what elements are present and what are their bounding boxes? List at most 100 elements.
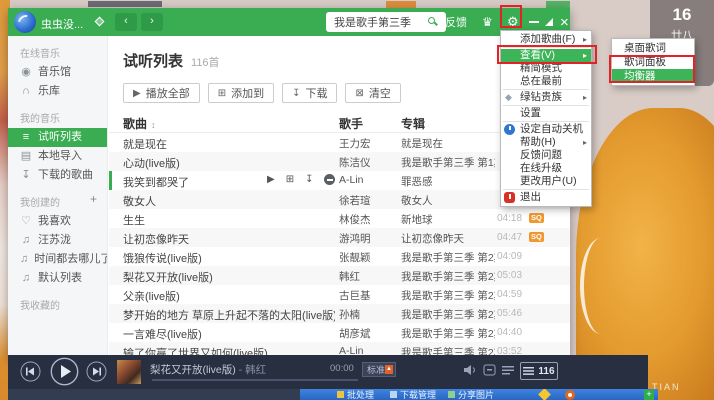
row-remove-icon[interactable] xyxy=(324,174,335,185)
search-icon[interactable] xyxy=(428,17,435,24)
play-mode-icon[interactable] xyxy=(501,364,515,376)
menu-item[interactable]: 总在最前 xyxy=(501,75,591,88)
nav-forward-button[interactable]: › xyxy=(141,13,163,31)
column-header-artist[interactable]: 歌手 xyxy=(339,115,363,132)
song-title: 父亲(live版) xyxy=(123,288,335,304)
tray-browser-icon[interactable] xyxy=(565,390,575,400)
playlist-button[interactable]: 116 xyxy=(520,362,558,380)
album-art[interactable] xyxy=(117,360,141,384)
song-title: 饿狼传说(live版) xyxy=(123,250,335,266)
清空-button[interactable]: ⊠清空 xyxy=(345,83,400,103)
menu-item[interactable]: 精简模式 xyxy=(501,62,591,75)
settings-menu: 添加歌曲(F)▸ 查看(V)▸精简模式总在最前绿钻贵族▸ 设置设定自动关机帮助(H)… xyxy=(500,30,592,207)
song-album: 让初恋像昨天 xyxy=(401,231,495,246)
sidebar-item[interactable]: ♡我喜欢 xyxy=(8,212,107,231)
sort-icon[interactable]: ↕ xyxy=(151,120,156,130)
column-header-song[interactable]: 歌曲↕ xyxy=(123,115,156,132)
menu-item[interactable]: 桌面歌词 xyxy=(612,41,694,55)
tray-star-icon[interactable] xyxy=(538,388,551,400)
row-add-icon[interactable]: ⊞ xyxy=(286,174,294,185)
row-download-icon[interactable]: ↧ xyxy=(305,174,313,185)
sidebar-section-label: 在线音乐 xyxy=(20,45,97,60)
song-row[interactable]: 饿狼传说(live版)张靓颖我是歌手第三季 第2期04:09 xyxy=(109,247,570,266)
submenu-arrow-icon: ▸ xyxy=(583,136,587,149)
sidebar-item-label: 时间都去哪儿了 xyxy=(34,250,107,269)
song-duration: 04:40 xyxy=(497,327,522,338)
feedback-button[interactable]: 反馈 xyxy=(445,8,467,36)
sidebar-item-label: 下载的歌曲 xyxy=(38,166,93,185)
column-header-album[interactable]: 专辑 xyxy=(401,115,425,132)
menu-item[interactable]: 退出 xyxy=(501,191,591,204)
song-duration: 04:09 xyxy=(497,251,522,262)
view-submenu: 桌面歌词歌词面板均衡器 xyxy=(611,38,695,86)
add-playlist-button[interactable]: + xyxy=(90,194,97,209)
song-artist: A-Lin xyxy=(339,174,397,186)
app-logo[interactable] xyxy=(14,11,36,33)
song-album: 我是歌手第三季 第2期 xyxy=(401,326,495,341)
sidebar-item-label: 本地导入 xyxy=(38,147,82,166)
sidebar-item[interactable]: ∩乐库 xyxy=(8,82,107,101)
menu-item[interactable]: 查看(V)▸ xyxy=(501,49,591,62)
下载-button[interactable]: ↧下载 xyxy=(282,83,337,103)
timer-icon xyxy=(504,124,515,135)
song-duration: 04:18 xyxy=(497,213,522,224)
song-title: 我笑到都哭了 xyxy=(123,174,267,190)
menu-item[interactable]: 反馈问题 xyxy=(501,149,591,162)
sidebar-item[interactable]: ↧下载的歌曲 xyxy=(8,166,107,185)
sidebar-item[interactable]: ▤本地导入 xyxy=(8,147,107,166)
sidebar-item[interactable]: ♫汪苏泷 xyxy=(8,231,107,250)
menu-item[interactable]: 设定自动关机 xyxy=(501,123,591,136)
sidebar: 在线音乐◉音乐馆∩乐库我的音乐≡试听列表▤本地导入↧下载的歌曲我创建的+♡我喜欢… xyxy=(8,36,108,358)
row-play-icon[interactable]: ▶ xyxy=(267,174,275,185)
song-artist: 孙楠 xyxy=(339,307,397,322)
lyrics-icon[interactable] xyxy=(483,364,496,376)
playlist-icon: ≡ xyxy=(20,128,32,147)
sidebar-item[interactable]: ◉音乐馆 xyxy=(8,63,107,82)
song-title: 敬女人 xyxy=(123,193,335,209)
song-row[interactable]: 让初恋像昨天游鸿明让初恋像昨天04:47SQ xyxy=(109,228,570,247)
sidebar-item-label: 我喜欢 xyxy=(38,212,71,231)
menu-item[interactable]: 歌词面板 xyxy=(612,55,694,69)
tray-plus-icon[interactable]: + xyxy=(644,390,654,400)
menu-item[interactable]: 在线升级 xyxy=(501,162,591,175)
song-album: 就是现在 xyxy=(401,136,495,151)
volume-icon[interactable] xyxy=(463,364,477,376)
sidebar-section-label: 我收藏的 xyxy=(20,297,97,312)
sidebar-item[interactable]: ♫默认列表 xyxy=(8,269,107,288)
menu-item[interactable]: 帮助(H)▸ xyxy=(501,136,591,149)
sidebar-item[interactable]: ≡试听列表 xyxy=(8,128,107,147)
quality-badge: SQ xyxy=(529,232,544,242)
quality-selector[interactable]: 标准▲ xyxy=(362,362,396,377)
next-button[interactable] xyxy=(86,361,107,382)
menu-item[interactable]: 绿钻贵族▸ xyxy=(501,91,591,104)
menu-item[interactable]: 设置 xyxy=(501,107,591,120)
song-row[interactable]: 一言难尽(live版)胡彦斌我是歌手第三季 第2期04:40 xyxy=(109,323,570,342)
progress-bar[interactable] xyxy=(152,379,358,381)
menu-item[interactable]: 均衡器 xyxy=(612,69,694,83)
song-row[interactable]: 梦开始的地方 草原上升起不落的太阳(live版)孙楠我是歌手第三季 第2期05:… xyxy=(109,304,570,323)
nav-back-button[interactable]: ‹ xyxy=(115,13,137,31)
taskbar-item[interactable]: 批处理 xyxy=(337,389,374,400)
song-row[interactable]: 梨花又开放(live版)韩红我是歌手第三季 第2期05:03 xyxy=(109,266,570,285)
添加到-button[interactable]: ⊞添加到 xyxy=(208,83,274,103)
taskbar-item[interactable]: 分享图片 xyxy=(448,389,494,400)
submenu-arrow-icon: ▸ xyxy=(583,91,587,104)
播放全部-button[interactable]: ▶播放全部 xyxy=(123,83,200,103)
menu-item[interactable]: 更改用户(U) xyxy=(501,175,591,188)
music-note-icon: ♫ xyxy=(20,269,32,288)
now-playing-artist: 韩红 xyxy=(245,364,266,376)
song-album: 敬女人 xyxy=(401,193,495,208)
previous-button[interactable] xyxy=(20,361,41,382)
song-row[interactable]: 生生林俊杰新地球04:18SQ xyxy=(109,209,570,228)
sidebar-item[interactable]: ♫时间都去哪儿了 xyxy=(8,250,107,269)
menu-item[interactable]: 添加歌曲(F)▸ xyxy=(501,33,591,46)
play-button[interactable] xyxy=(50,357,79,386)
song-duration: 05:03 xyxy=(497,270,522,281)
username[interactable]: 虫虫没... xyxy=(41,16,83,32)
song-title: 一言难尽(live版) xyxy=(123,326,335,342)
mail-icon xyxy=(337,391,344,398)
desktop-icon-fragment xyxy=(386,1,416,8)
song-row[interactable]: 父亲(live版)古巨基我是歌手第三季 第2期04:59 xyxy=(109,285,570,304)
vip-crown-icon[interactable]: ♛ xyxy=(482,8,493,36)
taskbar-item[interactable]: 下载管理 xyxy=(390,389,436,400)
